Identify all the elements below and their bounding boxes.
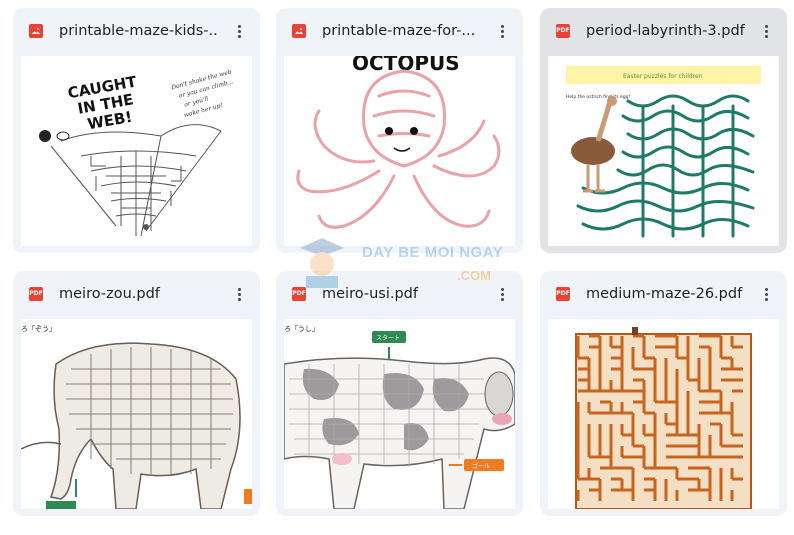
goal-label: ゴール — [472, 462, 490, 470]
file-card-printable-maze-kids[interactable]: printable-maze-kids-... CAUGHT IN THE WE… — [13, 8, 260, 253]
file-thumbnail[interactable]: ろ「ぞう」 — [21, 319, 252, 509]
file-thumbnail[interactable]: CAUGHT IN THE WEB! Don't shake the web o… — [21, 56, 252, 246]
file-card-meiro-zou[interactable]: PDF meiro-zou.pdf ろ「ぞう」 — [13, 271, 260, 516]
more-options-icon[interactable] — [228, 20, 250, 42]
file-name[interactable]: printable-maze-kids-... — [59, 23, 219, 39]
pdf-icon: PDF — [556, 24, 570, 38]
pdf-icon: PDF — [29, 287, 43, 301]
image-icon — [292, 24, 306, 38]
card-header: PDF meiro-usi.pdf — [276, 271, 523, 315]
file-card-printable-maze-for[interactable]: printable-maze-for-... OCTOPUS — [276, 8, 523, 253]
file-name[interactable]: meiro-usi.pdf — [322, 286, 482, 302]
thumb-caption: Help the ostrich find its egg! — [566, 94, 630, 100]
more-options-icon[interactable] — [491, 20, 513, 42]
card-header: printable-maze-for-... — [276, 8, 523, 52]
thumb-label: ろ「ぞう」 — [21, 325, 56, 333]
file-card-period-labyrinth-3[interactable]: PDF period-labyrinth-3.pdf Easter puzzle… — [540, 8, 787, 253]
card-header: PDF meiro-zou.pdf — [13, 271, 260, 315]
more-options-icon[interactable] — [228, 283, 250, 305]
more-options-icon[interactable] — [755, 20, 777, 42]
card-header: PDF medium-maze-26.pdf — [540, 271, 787, 315]
file-name[interactable]: period-labyrinth-3.pdf — [586, 23, 746, 39]
spider-icon — [39, 130, 51, 142]
more-options-icon[interactable] — [755, 283, 777, 305]
file-card-medium-maze-26[interactable]: PDF medium-maze-26.pdf — [540, 271, 787, 516]
file-name[interactable]: medium-maze-26.pdf — [586, 286, 746, 302]
pdf-icon: PDF — [292, 287, 306, 301]
file-card-meiro-usi[interactable]: PDF meiro-usi.pdf ろ「うし」 スタート ゴール — [276, 271, 523, 516]
start-label: スタート — [376, 334, 400, 342]
image-icon — [29, 24, 43, 38]
thumb-title: Easter puzzles for children — [623, 73, 703, 80]
file-thumbnail[interactable] — [548, 319, 779, 509]
pdf-icon: PDF — [556, 287, 570, 301]
card-header: printable-maze-kids-... — [13, 8, 260, 52]
more-options-icon[interactable] — [491, 283, 513, 305]
file-thumbnail[interactable]: OCTOPUS — [284, 56, 515, 246]
file-name[interactable]: printable-maze-for-... — [322, 23, 482, 39]
file-thumbnail[interactable]: Easter puzzles for children Help the ost… — [548, 56, 779, 246]
file-thumbnail[interactable]: ろ「うし」 スタート ゴール — [284, 319, 515, 509]
card-header: PDF period-labyrinth-3.pdf — [540, 8, 787, 52]
thumb-label: ろ「うし」 — [284, 325, 319, 333]
file-name[interactable]: meiro-zou.pdf — [59, 286, 219, 302]
